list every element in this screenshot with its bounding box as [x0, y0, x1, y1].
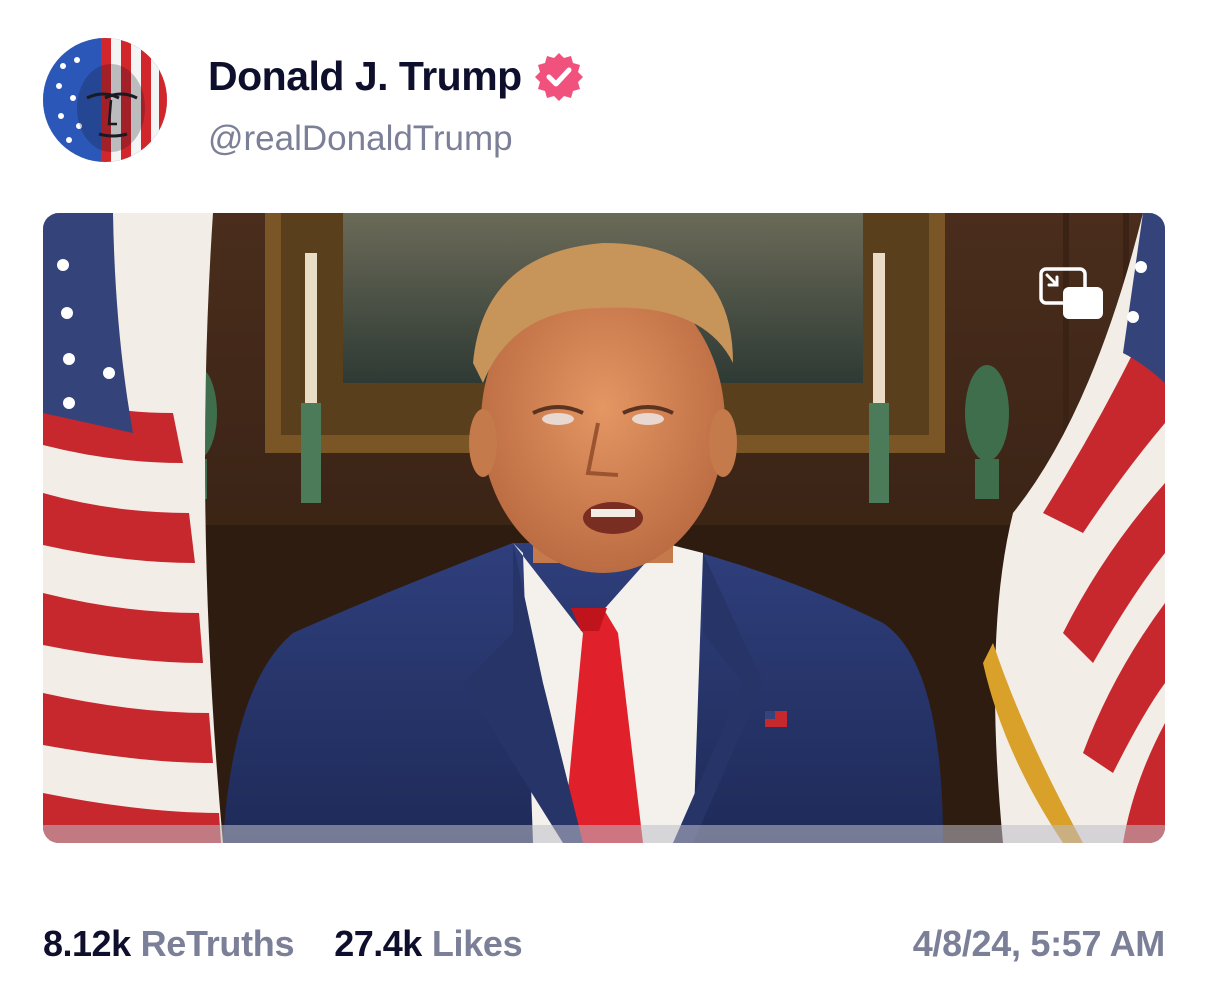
post-header: Donald J. Trump @realDonaldTrump: [43, 38, 1163, 164]
video-progress-bar[interactable]: [43, 825, 1165, 843]
retruths-label: ReTruths: [140, 923, 295, 964]
picture-in-picture-icon: [1039, 267, 1103, 319]
author-handle[interactable]: @realDonaldTrump: [208, 116, 513, 162]
likes-count: 27.4k: [334, 923, 422, 964]
retruths-count: 8.12k: [43, 923, 131, 964]
likes-label: Likes: [431, 923, 523, 964]
retruths-stat[interactable]: 8.12k ReTruths: [43, 918, 295, 970]
verified-badge-icon: [534, 53, 583, 101]
author-display-name[interactable]: Donald J. Trump: [208, 50, 522, 102]
author-avatar[interactable]: [43, 38, 167, 162]
picture-in-picture-button[interactable]: [1039, 267, 1105, 321]
post-timestamp: 4/8/24, 5:57 AM: [912, 923, 1166, 964]
flag-face-avatar-image: [43, 38, 167, 162]
post-stats: 8.12k ReTruths 27.4k Likes 4/8/24, 5:57 …: [43, 918, 1165, 970]
likes-stat[interactable]: 27.4k Likes: [334, 918, 522, 970]
author-name-row: Donald J. Trump: [208, 50, 584, 102]
video-frame: [43, 213, 1165, 843]
post-video[interactable]: [43, 213, 1165, 843]
